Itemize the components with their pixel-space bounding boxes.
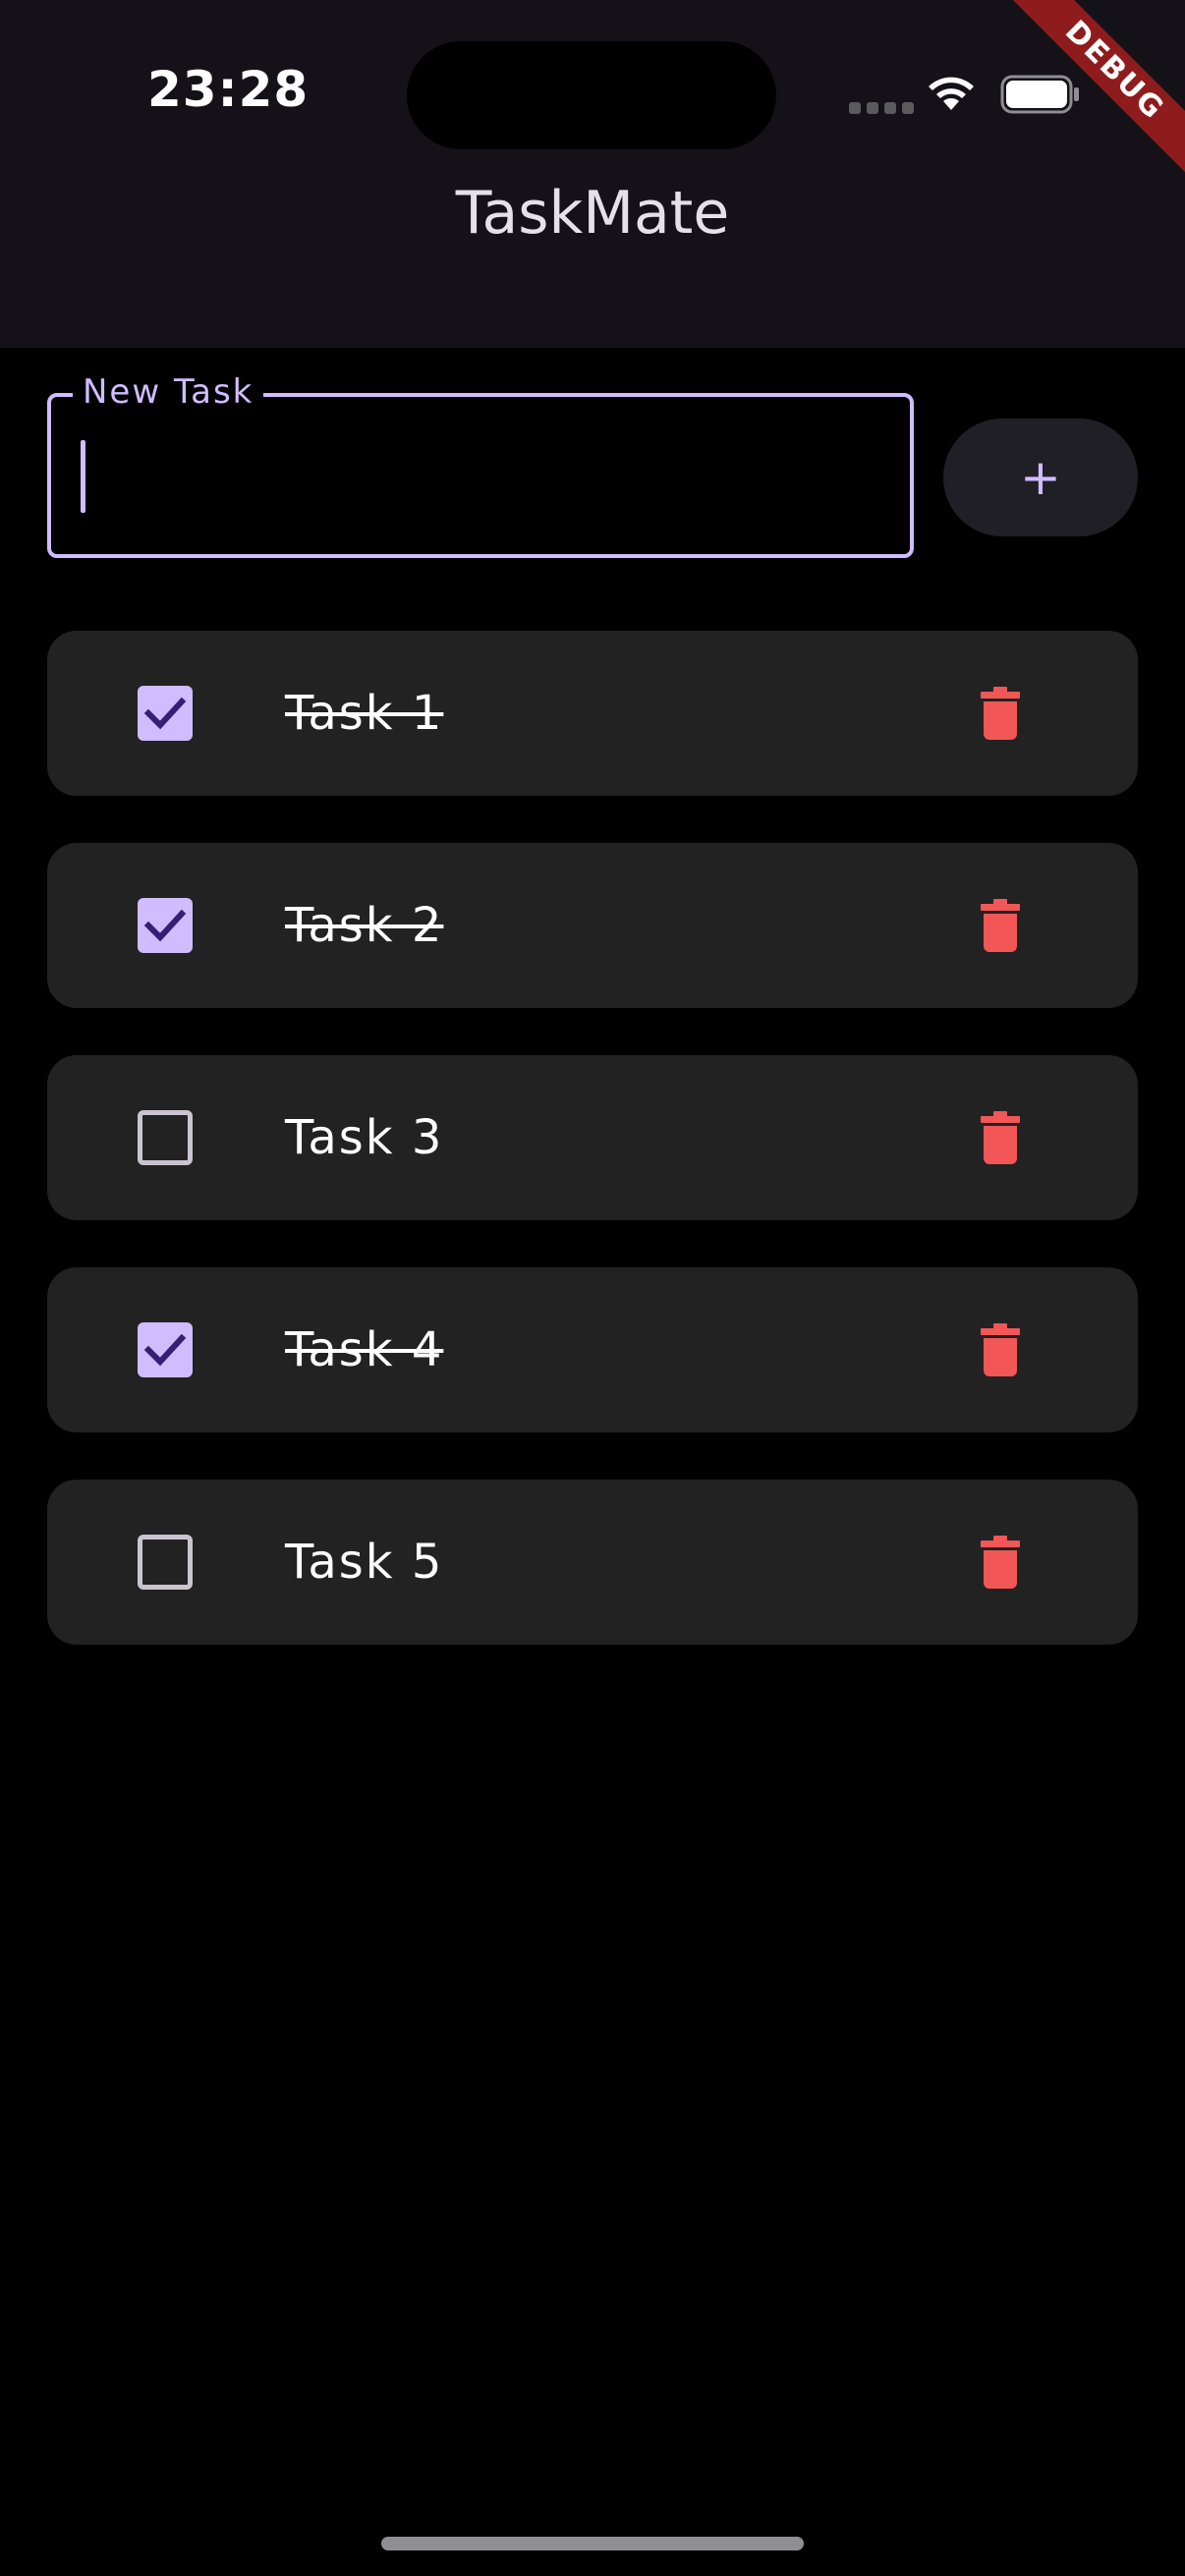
wifi-icon (929, 77, 974, 110)
task-item: Task 4 (47, 1267, 1138, 1432)
status-time: 23:28 (147, 61, 310, 118)
task-item: Task 1 (47, 631, 1138, 796)
check-icon (143, 909, 187, 942)
check-icon (143, 697, 187, 730)
add-task-button[interactable]: + (943, 419, 1138, 536)
trash-icon (981, 1323, 1020, 1376)
dynamic-island (407, 41, 776, 149)
trash-icon (981, 1536, 1020, 1589)
delete-task-button[interactable] (961, 1098, 1040, 1177)
new-task-input[interactable] (81, 426, 871, 527)
cellular-signal-icon (849, 102, 914, 114)
task-item: Task 3 (47, 1055, 1138, 1220)
task-label: Task 4 (285, 1322, 444, 1377)
task-label: Task 5 (285, 1535, 444, 1590)
trash-icon (981, 687, 1020, 740)
delete-task-button[interactable] (961, 674, 1040, 753)
app-bar: TaskMate (0, 179, 1185, 348)
task-checkbox[interactable] (138, 686, 193, 741)
task-label: Task 2 (285, 898, 444, 953)
text-caret (81, 440, 85, 513)
delete-task-button[interactable] (961, 1311, 1040, 1389)
task-item: Task 2 (47, 843, 1138, 1008)
task-item: Task 5 (47, 1480, 1138, 1645)
plus-icon: + (1020, 449, 1061, 506)
app-title: TaskMate (455, 179, 730, 248)
task-label: Task 3 (285, 1110, 444, 1165)
task-list: Task 1 Task 2 Task 3 Task 4 Task 5 (47, 631, 1138, 1692)
task-checkbox[interactable] (138, 1535, 193, 1590)
trash-icon (981, 899, 1020, 952)
battery-icon (1000, 75, 1079, 114)
new-task-label: New Task (73, 371, 264, 413)
task-checkbox[interactable] (138, 898, 193, 953)
task-checkbox[interactable] (138, 1322, 193, 1377)
task-checkbox[interactable] (138, 1110, 193, 1165)
status-bar: 23:28 (0, 0, 1185, 187)
check-icon (143, 1333, 187, 1367)
home-indicator[interactable] (381, 2537, 804, 2550)
delete-task-button[interactable] (961, 886, 1040, 965)
delete-task-button[interactable] (961, 1523, 1040, 1601)
new-task-field[interactable]: New Task (47, 371, 914, 558)
task-label: Task 1 (285, 686, 444, 741)
trash-icon (981, 1111, 1020, 1164)
